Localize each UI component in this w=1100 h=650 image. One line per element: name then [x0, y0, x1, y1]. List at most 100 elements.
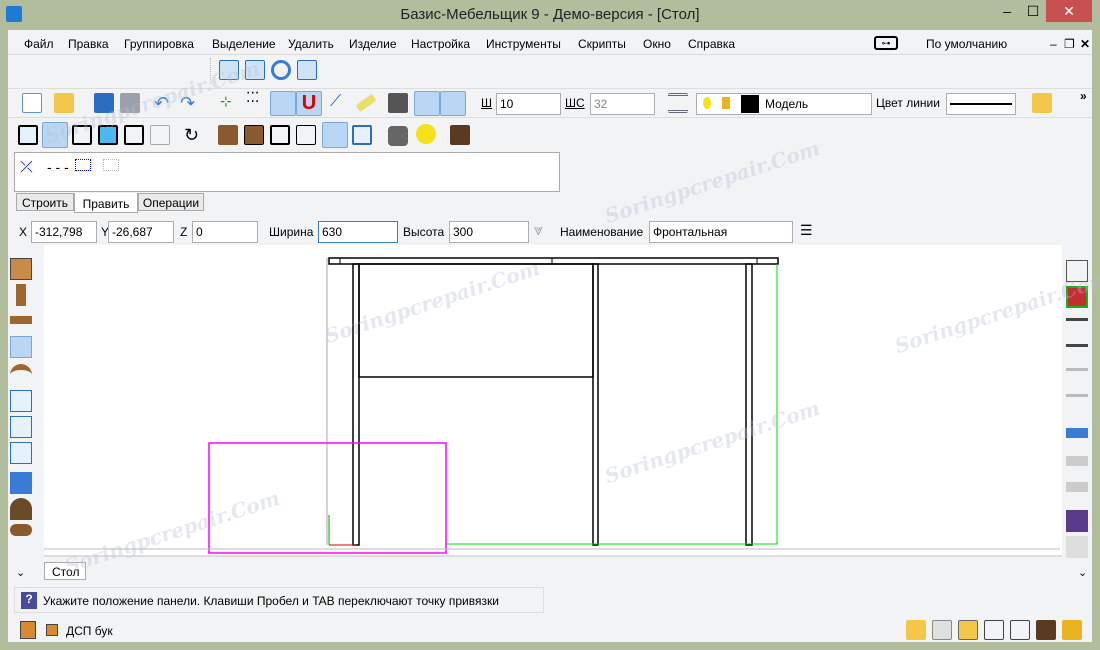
minimize-button[interactable]: ‒	[994, 0, 1020, 22]
render-texture-icon[interactable]	[218, 125, 238, 145]
profile-icon[interactable]	[10, 472, 32, 494]
panels-icon[interactable]	[352, 125, 372, 145]
mdi-minimize[interactable]: –	[1050, 37, 1057, 51]
name-select[interactable]: Фронтальная	[649, 221, 793, 243]
horizontal-fit-icon[interactable]	[10, 442, 32, 464]
specification-icon[interactable]	[958, 620, 978, 640]
x-input[interactable]: -312,798	[31, 221, 97, 243]
arch-icon[interactable]	[10, 498, 32, 520]
bent-panel-icon[interactable]	[10, 524, 32, 536]
folders-icon[interactable]	[1032, 93, 1052, 113]
hatch-select[interactable]: 32	[590, 93, 655, 115]
lock-icon[interactable]	[722, 97, 730, 109]
table-icon[interactable]	[1066, 260, 1088, 282]
drawing-canvas[interactable]	[20, 245, 1062, 557]
fastener-settings-icon[interactable]	[1066, 344, 1088, 358]
menu-delete[interactable]: Удалить	[288, 37, 334, 51]
fit-panel-icon[interactable]	[10, 390, 32, 412]
menu-file[interactable]: Файл	[24, 37, 54, 51]
vertical-fit-icon[interactable]	[10, 416, 32, 438]
tab-edit[interactable]: Править	[74, 193, 138, 213]
magnet-icon[interactable]: U	[296, 91, 322, 116]
menu-select[interactable]: Выделение	[212, 37, 276, 51]
axes-icon[interactable]: ⊹	[220, 93, 240, 113]
menu-edit[interactable]: Правка	[68, 37, 109, 51]
edge-add-icon[interactable]	[1066, 428, 1088, 438]
report-search-icon[interactable]	[1010, 620, 1030, 640]
trim-icon[interactable]: ⤫	[20, 159, 33, 177]
menu-tools[interactable]: Инструменты	[486, 37, 561, 51]
list-icon[interactable]: ☰	[800, 222, 813, 239]
undo-icon[interactable]: ↶	[154, 93, 174, 113]
view-iso-icon[interactable]	[18, 125, 38, 145]
mirror-icon[interactable]: ⩔	[534, 222, 543, 240]
facade-remove-icon[interactable]	[1066, 536, 1088, 558]
render-outline-icon[interactable]	[322, 122, 348, 148]
edge-move-icon[interactable]	[1066, 456, 1088, 466]
render-wire-icon[interactable]	[296, 125, 316, 145]
profile-dropdown[interactable]: По умолчанию	[926, 37, 1007, 51]
materials-icon[interactable]	[1036, 620, 1056, 640]
select-cursor-icon[interactable]	[414, 91, 440, 116]
extrude-disabled-icon[interactable]	[103, 159, 119, 171]
print-icon[interactable]	[120, 93, 140, 113]
layers-select-icon[interactable]	[388, 93, 408, 113]
left-toolbar-scroll-down[interactable]: ⌄	[16, 566, 25, 579]
view-solid-icon[interactable]	[42, 122, 68, 148]
pan-brush-icon[interactable]	[297, 60, 317, 80]
z-input[interactable]: 0	[192, 221, 258, 243]
render-hidden-icon[interactable]	[270, 125, 290, 145]
menu-product[interactable]: Изделие	[349, 37, 397, 51]
menu-group[interactable]: Группировка	[124, 37, 194, 51]
y-input[interactable]: -26,687	[108, 221, 174, 243]
rotate-icon[interactable]: ↻	[184, 125, 204, 145]
horizontal-panel-icon[interactable]	[10, 316, 32, 324]
tab-operations[interactable]: Операции	[138, 193, 204, 211]
line-color-select[interactable]	[946, 93, 1016, 115]
width-input[interactable]: 630	[318, 221, 398, 243]
fastener-remove-icon[interactable]	[1066, 394, 1088, 408]
panel-group-icon[interactable]	[10, 258, 32, 280]
measure-line-icon[interactable]: ⟋	[330, 93, 350, 113]
extrude-icon[interactable]	[75, 159, 91, 171]
facade-add-icon[interactable]	[1066, 510, 1088, 532]
menu-window[interactable]: Окно	[643, 37, 671, 51]
edge-remove-icon[interactable]	[1066, 482, 1088, 492]
zoom-all-icon[interactable]	[219, 60, 239, 80]
mdi-restore[interactable]: ❐	[1064, 37, 1075, 51]
zoom-window-icon[interactable]	[245, 60, 265, 80]
document-tab-table[interactable]: Стол	[44, 562, 86, 580]
frontal-panel-icon[interactable]	[10, 336, 32, 358]
fastener-icon[interactable]	[1066, 318, 1088, 328]
zoom-magnifier-icon[interactable]	[271, 60, 291, 80]
catalog-icon[interactable]	[1062, 620, 1082, 640]
fastener-add-icon[interactable]	[1066, 368, 1088, 382]
height-input[interactable]: 300	[449, 221, 529, 243]
view-front-icon[interactable]	[72, 125, 92, 145]
insert-object-icon[interactable]	[1066, 286, 1088, 308]
lightbulb-icon[interactable]	[703, 97, 711, 109]
tab-build[interactable]: Строить	[16, 193, 74, 211]
tree-icon[interactable]	[906, 620, 926, 640]
mdi-close[interactable]: ✕	[1080, 37, 1090, 51]
save-icon[interactable]	[94, 93, 114, 113]
close-button[interactable]: ✕	[1046, 0, 1092, 22]
menu-settings[interactable]: Настройка	[411, 37, 470, 51]
vertical-panel-icon[interactable]	[16, 284, 26, 306]
maximize-button[interactable]: ☐	[1020, 0, 1046, 22]
key-icon[interactable]: ⊶	[874, 36, 898, 50]
dashed-line-icon[interactable]: - - -	[47, 159, 69, 175]
toolbar-overflow[interactable]: »	[1080, 89, 1087, 103]
material-library-icon[interactable]	[20, 621, 36, 639]
menu-help[interactable]: Справка	[688, 37, 735, 51]
redo-icon[interactable]: ↷	[180, 93, 200, 113]
line-width-select[interactable]: 10	[496, 93, 561, 115]
view-side-icon[interactable]	[98, 125, 118, 145]
curved-panel-icon[interactable]	[10, 364, 32, 386]
schedule-icon[interactable]	[984, 620, 1004, 640]
ruler-icon[interactable]	[355, 93, 377, 113]
menu-scripts[interactable]: Скрипты	[578, 37, 626, 51]
snap-corner-icon[interactable]	[270, 91, 296, 116]
layer-color-swatch[interactable]	[741, 95, 759, 113]
new-file-icon[interactable]	[22, 93, 42, 113]
